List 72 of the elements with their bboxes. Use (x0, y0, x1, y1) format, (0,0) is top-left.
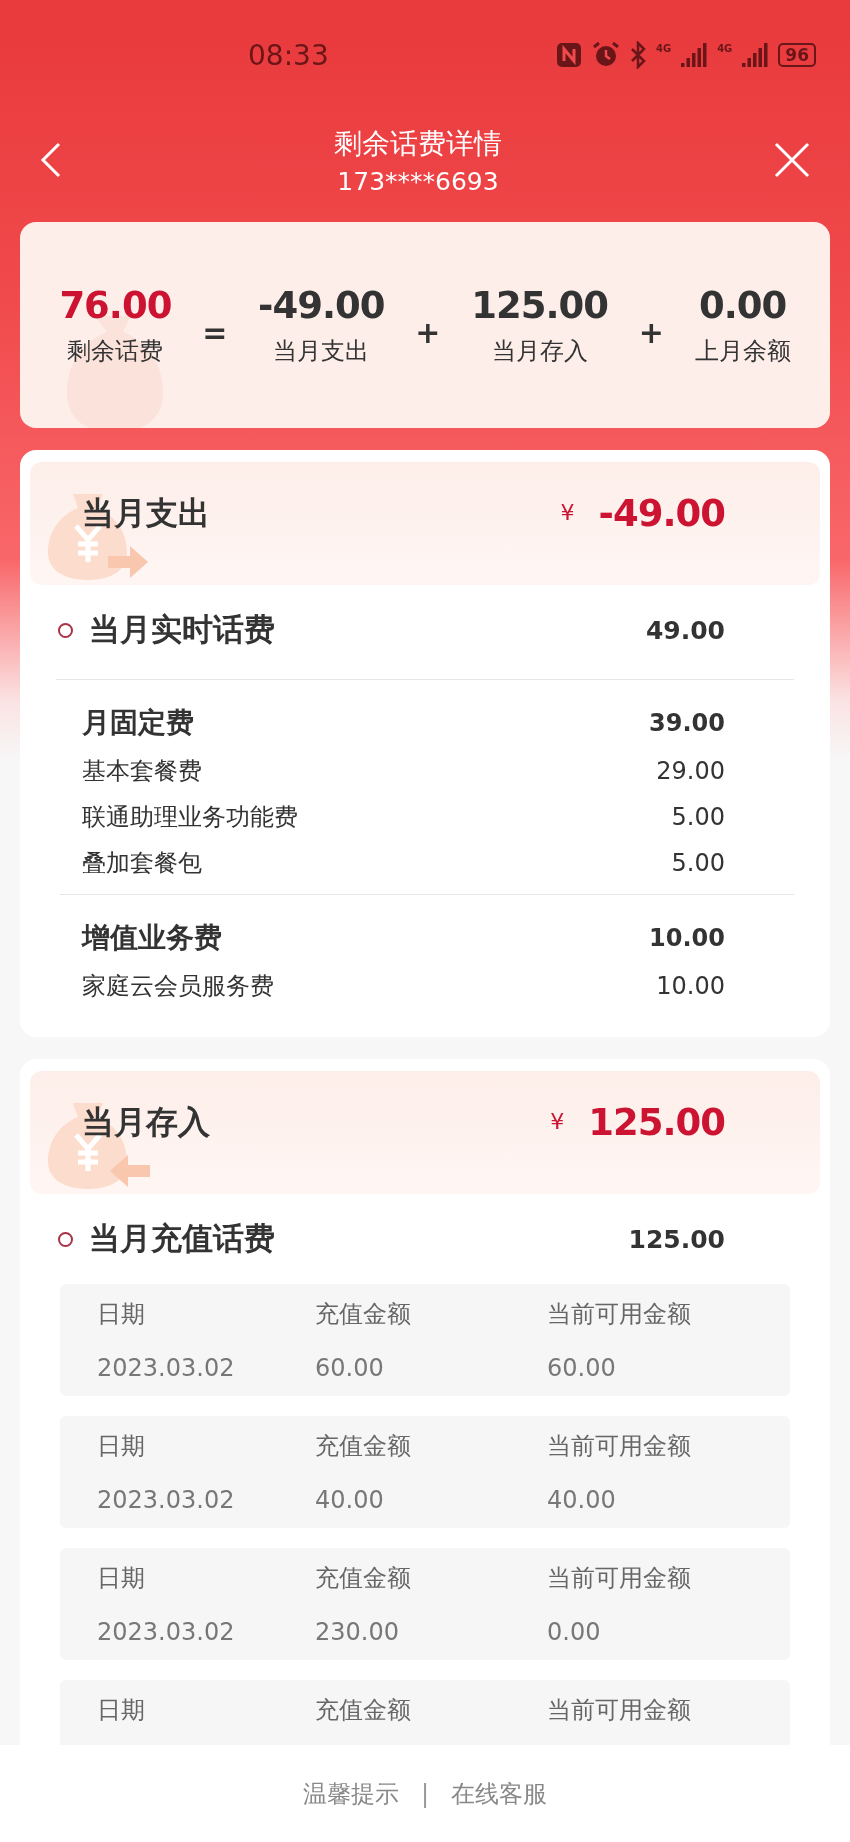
column-label: 充值金额 (315, 1563, 412, 1594)
column-label: 当前可用金额 (547, 1431, 692, 1462)
record-available: 0.00 (547, 1618, 602, 1648)
fee-label: 联通助理业务功能费 (82, 802, 298, 833)
record-date: 2023.03.02 (97, 1486, 236, 1516)
amount-label: 上月余额 (694, 335, 791, 367)
fee-label: 家庭云会员服务费 (82, 971, 274, 1002)
subtotal-amount: 49.00 (645, 615, 725, 645)
record-date: 2023.03.02 (97, 1618, 236, 1648)
signal-icon (681, 43, 708, 67)
column-label: 充值金额 (315, 1299, 412, 1330)
record-available: 60.00 (547, 1354, 617, 1384)
amount-label: 剩余话费 (67, 335, 164, 367)
record-available: 40.00 (547, 1486, 617, 1516)
page-title: 剩余话费详情 (334, 125, 502, 162)
signal-icon (742, 43, 769, 67)
section-amount: 125.00 (588, 1101, 725, 1144)
battery-level: 96 (778, 43, 816, 67)
amount-value: 125.00 (471, 283, 608, 327)
bullet-icon (58, 622, 73, 638)
column-label: 日期 (97, 1563, 146, 1594)
bluetooth-icon (630, 41, 646, 69)
column-label: 当前可用金额 (547, 1299, 692, 1330)
fee-amount: 10.00 (656, 972, 725, 1000)
subtotal-label: 当月充值话费 (89, 1219, 275, 1258)
amount-value: -49.00 (258, 283, 385, 327)
column-label: 充值金额 (315, 1431, 412, 1462)
phone-number: 173****6693 (337, 166, 499, 196)
fee-amount: 29.00 (656, 757, 725, 785)
group-amount: 10.00 (649, 924, 725, 952)
amount-label: 当月支出 (273, 335, 370, 367)
nfc-icon (556, 42, 582, 68)
separator: | (420, 1779, 430, 1808)
close-button[interactable] (774, 142, 810, 178)
operator-sign: = (202, 314, 228, 350)
record-amount: 40.00 (315, 1486, 385, 1516)
section-title: 当月存入 (82, 1102, 210, 1143)
column-label: 当前可用金额 (547, 1695, 692, 1726)
operator-sign: + (638, 314, 664, 350)
subtotal-label: 当月实时话费 (89, 610, 275, 649)
record-date: 2023.03.02 (97, 1354, 236, 1384)
column-label: 日期 (97, 1695, 146, 1726)
service-link[interactable]: 在线客服 (451, 1777, 548, 1810)
back-button[interactable] (40, 142, 62, 178)
bullet-icon (58, 1231, 73, 1247)
subtotal-amount: 125.00 (628, 1224, 725, 1254)
operator-sign: + (415, 314, 441, 350)
amount-value: 0.00 (698, 283, 787, 327)
currency-sign: ¥ (560, 500, 575, 525)
column-label: 充值金额 (315, 1695, 412, 1726)
column-label: 日期 (97, 1431, 146, 1462)
column-label: 当前可用金额 (547, 1563, 692, 1594)
column-label: 日期 (97, 1299, 146, 1330)
fee-amount: 5.00 (671, 803, 725, 831)
amount-value: 76.00 (59, 283, 172, 327)
fee-amount: 5.00 (671, 849, 725, 877)
fee-label: 基本套餐费 (82, 756, 202, 787)
currency-sign: ¥ (550, 1109, 565, 1134)
status-time: 08:33 (248, 38, 329, 72)
alarm-icon (592, 41, 620, 69)
group-amount: 39.00 (649, 709, 725, 737)
section-amount: -49.00 (598, 492, 725, 535)
amount-label: 当月存入 (491, 335, 588, 367)
tips-link[interactable]: 温馨提示 (302, 1777, 399, 1810)
fee-label: 叠加套餐包 (82, 848, 202, 879)
network-type: 4G (717, 43, 733, 54)
group-title: 月固定费 (82, 705, 194, 741)
network-type: 4G (656, 43, 672, 54)
section-title: 当月支出 (82, 493, 210, 534)
record-amount: 230.00 (315, 1618, 400, 1648)
record-amount: 60.00 (315, 1354, 385, 1384)
group-title: 增值业务费 (82, 920, 222, 956)
